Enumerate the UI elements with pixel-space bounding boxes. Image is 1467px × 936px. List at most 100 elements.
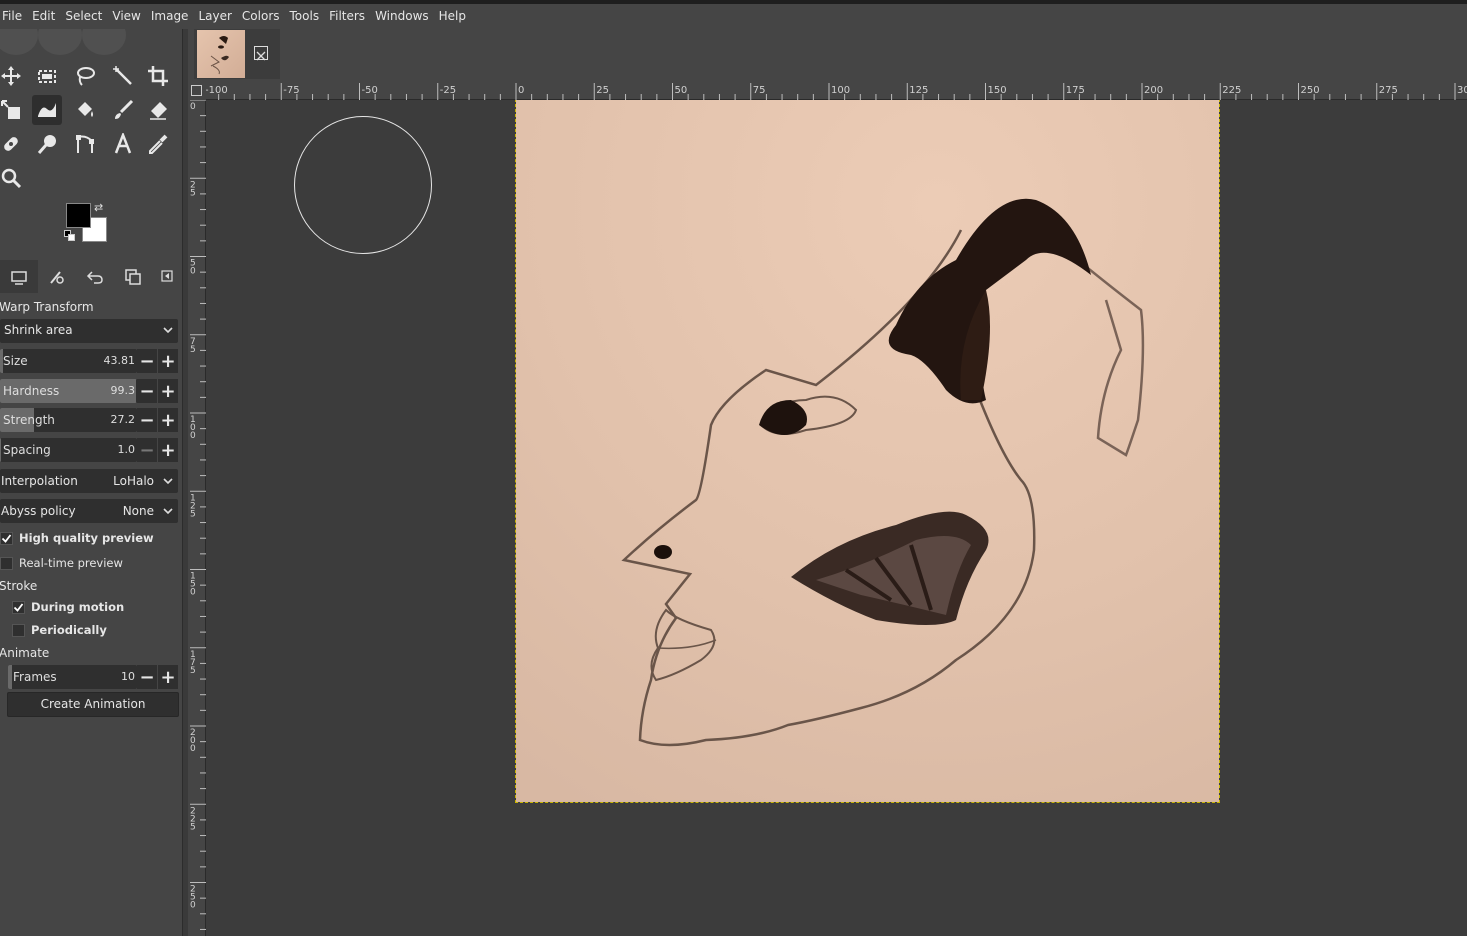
color-picker-tool-button[interactable] [143, 129, 173, 159]
menu-view[interactable]: View [109, 4, 147, 29]
strength-increase-button[interactable]: + [158, 408, 178, 432]
menu-tools[interactable]: Tools [287, 4, 327, 29]
frames-value: 10 [121, 670, 135, 683]
chevron-down-icon [163, 478, 173, 485]
vertical-ruler[interactable]: 0255075100125150175200225250 [188, 99, 206, 936]
bucket-fill-tool-button[interactable] [70, 95, 100, 125]
checkmark-icon [1, 533, 12, 543]
ruler-label: 100 [831, 85, 850, 96]
tab-images[interactable] [114, 260, 152, 293]
reset-colors-icon[interactable] [64, 230, 76, 242]
smudge-tool-button[interactable] [32, 129, 62, 159]
hardness-decrease-button[interactable]: − [137, 379, 157, 403]
zoom-tool-button[interactable] [0, 163, 26, 193]
menu-file[interactable]: File [0, 4, 29, 29]
gimp-window: File Edit Select View Image Layer Colors… [0, 0, 1467, 936]
high-quality-preview-label: High quality preview [19, 531, 154, 545]
checkbox-box [12, 600, 25, 614]
stroke-section-title: Stroke [0, 579, 38, 593]
tab-device-status[interactable] [38, 260, 76, 293]
eraser-icon [150, 102, 167, 120]
frames-increase-button[interactable]: + [158, 665, 178, 689]
lasso-icon [77, 67, 95, 86]
ruler-label: 5 [190, 345, 196, 355]
image-tab[interactable] [194, 29, 280, 79]
ruler-label: 0 [190, 102, 196, 112]
swap-colors-icon[interactable]: ⇄ [94, 201, 103, 214]
ruler-label: 275 [1379, 85, 1398, 96]
interpolation-combo[interactable]: Interpolation LoHalo [0, 469, 178, 493]
menu-colors[interactable]: Colors [239, 4, 287, 29]
menu-image[interactable]: Image [148, 4, 196, 29]
menubar: File Edit Select View Image Layer Colors… [0, 4, 1467, 29]
rect-select-tool-button[interactable] [32, 61, 62, 91]
ruler-label: 5 [190, 822, 196, 832]
text-tool-button[interactable] [108, 129, 138, 159]
crop-icon [148, 66, 168, 86]
behavior-dropdown[interactable]: Shrink area [0, 319, 178, 343]
move-tool-button[interactable] [0, 61, 26, 91]
checkbox-box [0, 531, 13, 545]
abyss-policy-combo[interactable]: Abyss policy None [0, 499, 178, 523]
foreground-color-swatch[interactable] [66, 203, 91, 228]
paintbrush-icon [115, 99, 134, 119]
move-icon [1, 66, 21, 86]
menu-edit[interactable]: Edit [29, 4, 62, 29]
strength-decrease-button[interactable]: − [137, 408, 157, 432]
frames-decrease-button[interactable]: − [137, 665, 157, 689]
image-canvas[interactable] [515, 100, 1220, 803]
strength-spinscale[interactable]: Strength 27.2 − + [0, 408, 178, 432]
tab-tool-options[interactable] [0, 260, 38, 293]
spacing-spinscale[interactable]: Spacing 1.0 − + [0, 438, 178, 462]
size-decrease-button[interactable]: − [137, 349, 157, 373]
hardness-spinscale[interactable]: Hardness 99.3 − + [0, 379, 178, 403]
ruler-label: 250 [1301, 85, 1320, 96]
image-thumbnail [197, 30, 245, 78]
menu-layer[interactable]: Layer [195, 4, 238, 29]
periodically-checkbox[interactable]: Periodically [12, 623, 107, 637]
animate-section-title: Animate [0, 646, 50, 660]
unified-transform-icon [1, 100, 20, 119]
size-increase-button[interactable]: + [158, 349, 178, 373]
ruler-label: 0 [190, 744, 196, 754]
abyss-label: Abyss policy [1, 504, 76, 518]
create-animation-button[interactable]: Create Animation [7, 692, 179, 717]
canvas-area[interactable] [206, 100, 1467, 936]
tab-undo-history[interactable] [76, 260, 114, 293]
close-image-tab-icon[interactable] [254, 46, 268, 61]
horizontal-ruler-ticks: -100 -75 -50 -25 0 25 50 75 100 125 150 175 200 225 25… [205, 83, 1467, 100]
menu-windows[interactable]: Windows [372, 4, 436, 29]
rect-select-icon [38, 70, 56, 83]
during-motion-checkbox[interactable]: During motion [12, 600, 124, 614]
paintbrush-tool-button[interactable] [108, 95, 138, 125]
realtime-preview-label: Real-time preview [19, 556, 123, 570]
quick-mask-toggle[interactable] [188, 81, 206, 100]
crop-tool-button[interactable] [143, 61, 173, 91]
smudge-icon [37, 135, 56, 154]
menu-filters[interactable]: Filters [326, 4, 372, 29]
spacing-decrease-button[interactable]: − [137, 438, 157, 462]
device-status-icon [50, 270, 64, 284]
spacing-increase-button[interactable]: + [158, 438, 178, 462]
ruler-label: 225 [1222, 85, 1241, 96]
menu-help[interactable]: Help [436, 4, 473, 29]
warp-transform-tool-button[interactable] [32, 95, 62, 125]
ruler-label: 0 [190, 267, 196, 277]
frames-spinscale[interactable]: Frames 10 − + [8, 665, 178, 689]
lasso-tool-button[interactable] [70, 61, 100, 91]
ruler-label: 5 [190, 666, 196, 676]
horizontal-ruler[interactable]: -100 -75 -50 -25 0 25 50 75 100 125 150 175 200 225 25… [205, 81, 1467, 100]
fuzzy-select-tool-button[interactable] [108, 61, 138, 91]
size-spinscale[interactable]: Size 43.81 − + [0, 349, 178, 373]
checkmark-icon [13, 602, 24, 612]
eraser-tool-button[interactable] [143, 95, 173, 125]
heal-tool-button[interactable] [0, 129, 26, 159]
configure-tab-icon[interactable] [160, 269, 174, 283]
unified-transform-tool-button[interactable] [0, 95, 26, 125]
paths-tool-button[interactable] [70, 129, 100, 159]
high-quality-preview-checkbox[interactable]: High quality preview [0, 531, 154, 545]
realtime-preview-checkbox[interactable]: Real-time preview [0, 556, 123, 570]
hardness-increase-button[interactable]: + [158, 379, 178, 403]
menu-select[interactable]: Select [62, 4, 109, 29]
zoom-icon [1, 168, 22, 189]
